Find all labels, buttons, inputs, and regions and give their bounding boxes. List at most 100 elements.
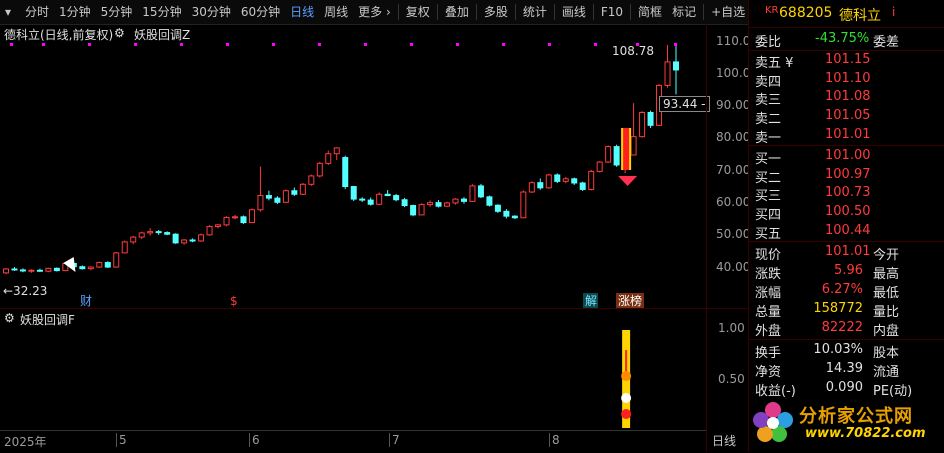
candle-body xyxy=(333,147,340,155)
plus-icon xyxy=(621,409,632,419)
candle-body xyxy=(460,198,467,202)
tab-15min[interactable]: 15分钟 xyxy=(137,0,186,24)
signal-dot xyxy=(226,43,229,46)
hand-icon xyxy=(621,371,632,381)
f10-button[interactable]: F10 xyxy=(596,0,628,24)
candle-body xyxy=(19,269,26,272)
signal-bar-sub xyxy=(621,330,632,428)
candle-body xyxy=(511,215,518,219)
candle-body xyxy=(494,204,501,212)
candle-body xyxy=(554,174,561,182)
pane-divider[interactable] xyxy=(0,308,748,309)
dropdown-arrow-icon[interactable]: ▾ xyxy=(0,0,20,24)
candle-body xyxy=(181,239,188,244)
tab-1min[interactable]: 1分钟 xyxy=(54,0,96,24)
close-price-label: 93.44 - xyxy=(659,96,710,112)
stat-row: 总量 158772 量比 xyxy=(749,300,944,320)
candle-body xyxy=(596,161,603,172)
kline-chart[interactable]: 财 $ 解 涨榜 xyxy=(0,24,706,308)
event-marker[interactable]: $ xyxy=(230,294,238,308)
order-ratio-value: -43.75% xyxy=(815,31,870,46)
candle-body xyxy=(384,193,391,197)
candle-body xyxy=(104,262,111,268)
candle-body xyxy=(435,202,442,207)
tab-daily[interactable]: 日线 xyxy=(285,0,319,24)
stat-label: 今开 xyxy=(873,248,900,263)
bid-row: 买二 100.97 xyxy=(749,166,944,186)
candle-body xyxy=(11,268,18,271)
date-label: 5 xyxy=(116,433,127,447)
candle-body xyxy=(503,210,510,217)
price-tick: 90.00 xyxy=(716,98,751,112)
toolbar-divider xyxy=(703,4,705,20)
candle-body xyxy=(452,198,459,204)
indicator-chart[interactable] xyxy=(0,310,706,428)
mark-button[interactable]: 标记 xyxy=(667,0,701,24)
candle-body xyxy=(477,185,484,198)
add-watchlist-button[interactable]: +自选 xyxy=(706,0,750,24)
signal-dot xyxy=(10,43,13,46)
fund-value: 0.090 xyxy=(825,380,863,395)
multi-stock-button[interactable]: 多股 xyxy=(479,0,513,24)
simple-frame-button[interactable]: 简框 xyxy=(633,0,667,24)
event-marker[interactable]: 涨榜 xyxy=(618,293,642,308)
tab-60min[interactable]: 60分钟 xyxy=(236,0,285,24)
tab-5min[interactable]: 5分钟 xyxy=(96,0,138,24)
stat-label: 外盘 xyxy=(755,324,782,339)
signal-dot xyxy=(410,43,413,46)
price-tick: 50.00 xyxy=(716,227,751,241)
overlay-button[interactable]: 叠加 xyxy=(440,0,474,24)
fund-row: 净资 14.39 流通 xyxy=(749,360,944,380)
candle-body xyxy=(257,195,264,211)
event-marker[interactable]: 财 xyxy=(80,294,92,308)
candle-body xyxy=(528,182,535,193)
candle-body xyxy=(545,174,552,189)
candle-body xyxy=(206,225,213,236)
draw-line-button[interactable]: 画线 xyxy=(557,0,591,24)
event-marker[interactable]: 解 xyxy=(585,294,597,308)
price-tick: 40.00 xyxy=(716,260,751,274)
toolbar-divider xyxy=(475,4,477,20)
signal-red-bar xyxy=(623,128,630,170)
ask-price: 101.08 xyxy=(825,89,871,104)
candle-body xyxy=(588,170,595,190)
settings-icon[interactable]: ⚙ xyxy=(114,26,125,40)
candle-body xyxy=(571,178,578,184)
tab-weekly[interactable]: 周线 xyxy=(319,0,353,24)
toolbar-divider xyxy=(630,4,632,20)
candle-body xyxy=(401,199,408,207)
tab-fenshi[interactable]: 分时 xyxy=(20,0,54,24)
candle-body xyxy=(605,146,612,163)
candle-body xyxy=(248,209,255,224)
bid-row: 买三 100.73 xyxy=(749,184,944,204)
candle-body xyxy=(172,233,179,244)
toolbar-divider xyxy=(514,4,516,20)
candle-body xyxy=(291,190,298,195)
fund-label: 换手 xyxy=(755,346,782,361)
signal-dot xyxy=(318,43,321,46)
signal-dot xyxy=(548,43,551,46)
candle-body xyxy=(28,269,35,272)
candle-body xyxy=(444,202,451,207)
fund-label: 股本 xyxy=(873,346,900,361)
low-price-label: ←32.23 xyxy=(3,284,48,298)
ask-row: 卖五 ¥ 101.15 xyxy=(749,51,944,71)
stat-row: 涨幅 6.27% 最低 xyxy=(749,281,944,301)
candle-body xyxy=(359,198,366,201)
stat-label: 总量 xyxy=(755,305,782,320)
tab-30min[interactable]: 30分钟 xyxy=(187,0,236,24)
fund-row: 换手 10.03% 股本 xyxy=(749,341,944,361)
signal-dot xyxy=(272,43,275,46)
info-icon[interactable]: i xyxy=(892,5,895,19)
candle-body xyxy=(418,204,425,216)
candle-body xyxy=(198,234,205,242)
statistics-button[interactable]: 统计 xyxy=(518,0,552,24)
candle-body xyxy=(130,236,137,243)
candle-body xyxy=(215,224,222,227)
stat-label: 最低 xyxy=(873,286,900,301)
tab-more[interactable]: 更多 › xyxy=(353,0,396,24)
divider xyxy=(749,339,944,340)
main-indicator-name[interactable]: 妖股回调Z xyxy=(134,26,190,43)
ask-price: 101.01 xyxy=(825,127,871,142)
restore-rights-button[interactable]: 复权 xyxy=(401,0,435,24)
